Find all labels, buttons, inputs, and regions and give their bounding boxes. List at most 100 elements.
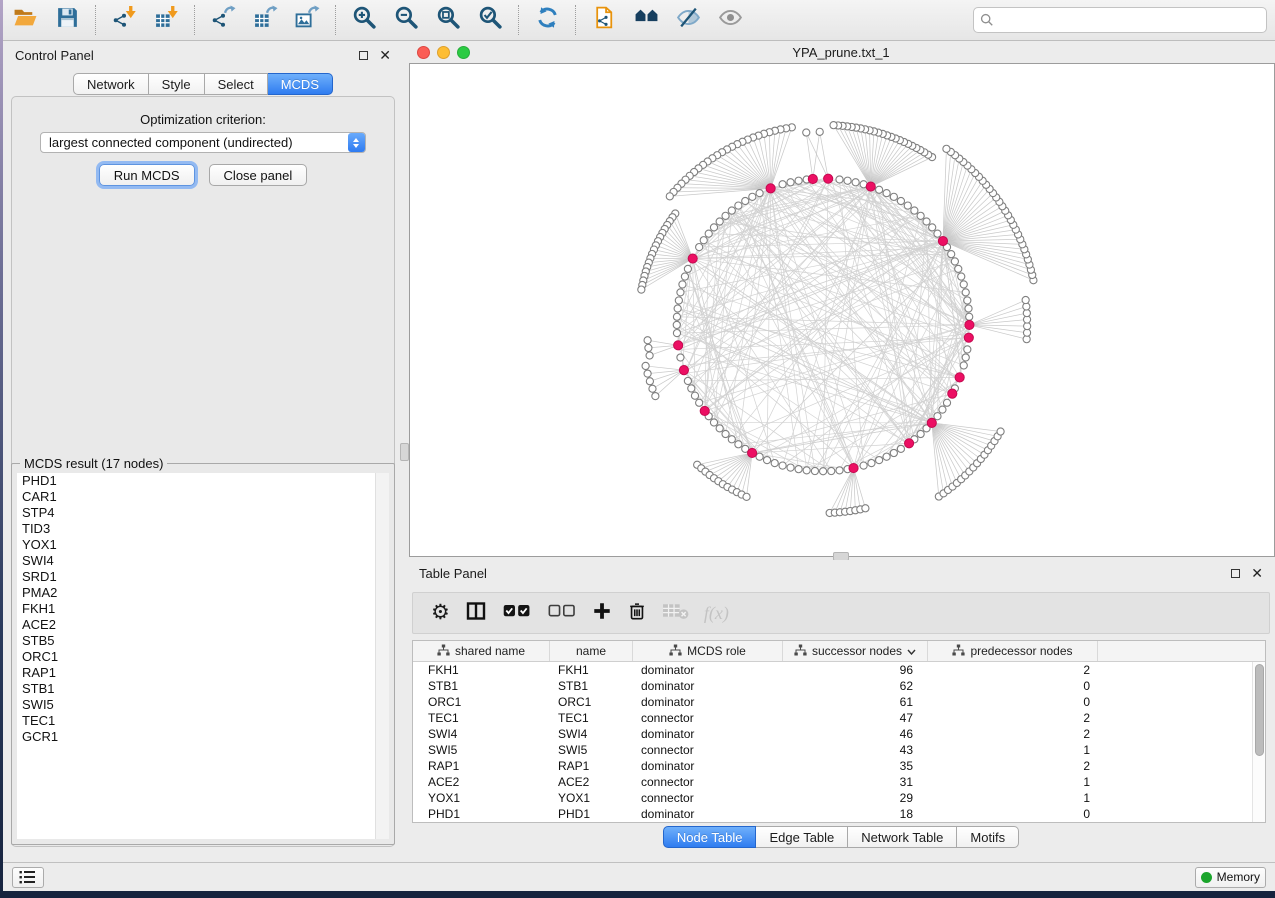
mcds-hub-node[interactable] [849, 463, 858, 472]
import-network-button[interactable] [110, 6, 138, 34]
hide-selected-button[interactable] [674, 6, 702, 34]
graph-node[interactable] [677, 289, 684, 296]
export-image-button[interactable] [293, 6, 321, 34]
mcds-hub-node[interactable] [748, 448, 757, 457]
graph-node[interactable] [673, 330, 680, 337]
table-cell[interactable]: 47 [783, 710, 928, 726]
graph-node[interactable] [917, 430, 924, 437]
mcds-result-item[interactable]: ACE2 [17, 617, 389, 633]
graph-node[interactable] [674, 305, 681, 312]
graph-node[interactable] [951, 258, 958, 265]
table-cell[interactable]: ORC1 [413, 694, 550, 710]
graph-node[interactable] [852, 179, 859, 186]
table-cell[interactable]: ACE2 [550, 774, 633, 790]
table-cell[interactable]: PHD1 [413, 806, 550, 822]
table-cell[interactable]: connector [633, 710, 783, 726]
export-table-button[interactable] [251, 6, 279, 34]
mcds-hub-node[interactable] [965, 320, 974, 329]
graph-node[interactable] [958, 273, 965, 280]
graph-node[interactable] [763, 457, 770, 464]
graph-node[interactable] [716, 218, 723, 225]
graph-node[interactable] [652, 393, 659, 400]
table-cell[interactable]: STB1 [413, 678, 550, 694]
clone-network-button[interactable] [590, 6, 618, 34]
mcds-result-item[interactable]: SWI5 [17, 697, 389, 713]
vertical-splitter-grip[interactable] [400, 443, 409, 461]
graph-node[interactable] [897, 445, 904, 452]
table-tab-motifs[interactable]: Motifs [957, 826, 1019, 848]
zoom-selected-button[interactable] [476, 6, 504, 34]
graph-node[interactable] [844, 177, 851, 184]
save-session-button[interactable] [53, 6, 81, 34]
graph-node[interactable] [876, 457, 883, 464]
graph-node[interactable] [860, 462, 867, 469]
graph-node[interactable] [705, 230, 712, 237]
table-cell[interactable]: 62 [783, 678, 928, 694]
graph-node[interactable] [677, 354, 684, 361]
graph-node[interactable] [644, 370, 651, 377]
graph-node[interactable] [816, 128, 823, 135]
mcds-hub-node[interactable] [766, 184, 775, 193]
table-cell[interactable]: 1 [928, 790, 1098, 806]
graph-node[interactable] [722, 212, 729, 219]
graph-node[interactable] [779, 462, 786, 469]
mcds-result-item[interactable]: PHD1 [17, 473, 389, 489]
close-table-panel-icon[interactable]: ✕ [1251, 566, 1263, 580]
open-file-button[interactable] [11, 6, 39, 34]
mcds-result-item[interactable]: STB5 [17, 633, 389, 649]
table-cell[interactable]: 43 [783, 742, 928, 758]
table-row[interactable]: ORC1ORC1dominator610 [413, 694, 1265, 710]
table-cell[interactable]: SWI4 [413, 726, 550, 742]
graph-node[interactable] [897, 197, 904, 204]
graph-node[interactable] [960, 362, 967, 369]
graph-node[interactable] [876, 186, 883, 193]
graph-node[interactable] [756, 190, 763, 197]
graph-node[interactable] [965, 305, 972, 312]
graph-node[interactable] [645, 344, 652, 351]
graph-node[interactable] [710, 224, 717, 231]
mcds-result-item[interactable]: STP4 [17, 505, 389, 521]
table-tab-edge-table[interactable]: Edge Table [756, 826, 848, 848]
graph-node[interactable] [960, 281, 967, 288]
mcds-result-item[interactable]: CAR1 [17, 489, 389, 505]
graph-node[interactable] [917, 212, 924, 219]
graph-node[interactable] [890, 193, 897, 200]
column-header-name[interactable]: name [550, 641, 633, 661]
graph-node[interactable] [923, 218, 930, 225]
table-row[interactable]: YOX1YOX1connector291 [413, 790, 1265, 806]
table-cell[interactable]: connector [633, 774, 783, 790]
graph-node[interactable] [722, 430, 729, 437]
graph-node[interactable] [728, 207, 735, 214]
graph-node[interactable] [646, 378, 653, 385]
deselect-all-columns-button[interactable] [547, 598, 577, 628]
graph-node[interactable] [890, 449, 897, 456]
table-row[interactable]: STB1STB1dominator620 [413, 678, 1265, 694]
graph-node[interactable] [962, 289, 969, 296]
search-box[interactable] [973, 7, 1267, 33]
mcds-result-item[interactable]: SWI4 [17, 553, 389, 569]
zoom-in-button[interactable] [350, 6, 378, 34]
table-cell[interactable]: RAP1 [413, 758, 550, 774]
table-cell[interactable]: ORC1 [550, 694, 633, 710]
table-cell[interactable]: YOX1 [550, 790, 633, 806]
graph-node[interactable] [966, 313, 973, 320]
search-input[interactable] [999, 13, 1260, 28]
graph-node[interactable] [929, 224, 936, 231]
mcds-hub-node[interactable] [824, 174, 833, 183]
graph-node[interactable] [716, 425, 723, 432]
graph-node[interactable] [735, 202, 742, 209]
graph-node[interactable] [1022, 296, 1029, 303]
add-column-button[interactable] [592, 598, 612, 628]
graph-node[interactable] [964, 297, 971, 304]
optimization-criterion-dropdown[interactable]: largest connected component (undirected) [40, 132, 366, 153]
table-cell[interactable]: 18 [783, 806, 928, 822]
graph-node[interactable] [743, 493, 750, 500]
import-table-button[interactable] [152, 6, 180, 34]
close-panel-button[interactable]: Close panel [209, 164, 308, 186]
table-cell[interactable]: STB1 [550, 678, 633, 694]
zoom-out-button[interactable] [392, 6, 420, 34]
table-cell[interactable]: connector [633, 790, 783, 806]
table-cell[interactable]: FKH1 [413, 662, 550, 678]
settings-gear-button[interactable]: ⚙ [431, 598, 450, 628]
graph-node[interactable] [787, 464, 794, 471]
